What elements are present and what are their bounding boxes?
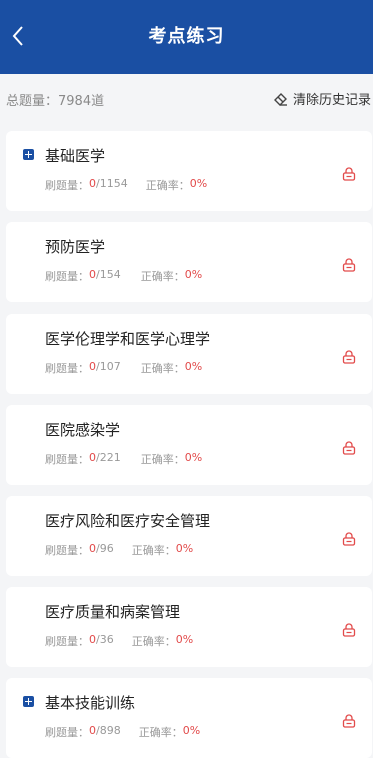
done-label: 刷题量： (45, 726, 89, 739)
lock-icon (342, 350, 356, 364)
lock-icon (342, 258, 356, 272)
topic-stats: 刷题量： 0/898 正确率： 0% (45, 724, 200, 740)
accuracy-value: 0% (175, 633, 194, 646)
topic-name: 医学伦理学和医学心理学 (45, 330, 211, 348)
total-questions: /898 (96, 724, 121, 737)
lock-icon (342, 714, 356, 728)
topic-card[interactable]: 预防医学刷题量： 0/154 正确率： 0% (6, 222, 372, 302)
accuracy-label: 正确率： (140, 453, 185, 466)
done-label: 刷题量： (45, 635, 89, 648)
total-questions: /107 (96, 360, 121, 373)
summary-bar: 总题量：7984道 清除历史记录 (0, 84, 373, 114)
total-questions: /36 (96, 633, 114, 646)
done-label: 刷题量： (45, 270, 89, 283)
done-count: 0 (89, 360, 96, 373)
topic-card[interactable]: 基本技能训练刷题量： 0/898 正确率： 0% (6, 678, 372, 758)
topic-stats: 刷题量： 0/36 正确率： 0% (45, 633, 193, 649)
topic-stats: 刷题量： 0/154 正确率： 0% (45, 268, 202, 284)
topic-stats: 刷题量： 0/107 正确率： 0% (45, 360, 202, 376)
topic-stats: 刷题量： 0/96 正确率： 0% (45, 542, 193, 558)
lock-icon (342, 441, 356, 455)
eraser-icon (273, 92, 287, 106)
topic-name: 医院感染学 (45, 421, 121, 439)
topic-card[interactable]: 医院感染学刷题量： 0/221 正确率： 0% (6, 405, 372, 485)
accuracy-label: 正确率： (131, 544, 176, 557)
done-count: 0 (89, 633, 96, 646)
clear-history-button[interactable]: 清除历史记录 (273, 89, 371, 108)
accuracy-value: 0% (184, 268, 203, 281)
topic-name: 医疗质量和病案管理 (45, 603, 181, 621)
topic-name: 基本技能训练 (45, 694, 136, 712)
total-questions: /1154 (96, 177, 128, 190)
total-value: 7984道 (58, 94, 105, 109)
accuracy-value: 0% (189, 177, 208, 190)
accuracy-value: 0% (184, 451, 203, 464)
done-count: 0 (89, 268, 96, 281)
clear-history-label: 清除历史记录 (292, 93, 371, 108)
topic-card[interactable]: 基础医学刷题量： 0/1154 正确率： 0% (6, 131, 372, 211)
topic-card[interactable]: 医疗风险和医疗安全管理刷题量： 0/96 正确率： 0% (6, 496, 372, 576)
topic-card[interactable]: 医学伦理学和医学心理学刷题量： 0/107 正确率： 0% (6, 314, 372, 394)
accuracy-value: 0% (182, 724, 201, 737)
accuracy-label: 正确率： (140, 362, 185, 375)
accuracy-value: 0% (175, 542, 194, 555)
total-count: 总题量：7984道 (6, 90, 104, 109)
done-label: 刷题量： (45, 179, 89, 192)
header-bar: 考点练习 (0, 0, 373, 74)
lock-icon (342, 623, 356, 637)
topic-stats: 刷题量： 0/1154 正确率： 0% (45, 177, 207, 193)
done-count: 0 (89, 177, 96, 190)
lock-icon (342, 167, 356, 181)
total-label: 总题量： (6, 94, 59, 109)
done-count: 0 (89, 542, 96, 555)
accuracy-label: 正确率： (145, 179, 190, 192)
done-label: 刷题量： (45, 362, 89, 375)
total-questions: /154 (96, 268, 121, 281)
topic-stats: 刷题量： 0/221 正确率： 0% (45, 451, 202, 467)
topic-name: 医疗风险和医疗安全管理 (45, 512, 211, 530)
lock-icon (342, 532, 356, 546)
page-title: 考点练习 (148, 26, 225, 47)
accuracy-label: 正确率： (131, 635, 176, 648)
accuracy-label: 正确率： (140, 270, 185, 283)
expand-icon[interactable] (23, 149, 34, 160)
done-label: 刷题量： (45, 453, 89, 466)
done-label: 刷题量： (45, 544, 89, 557)
total-questions: /96 (96, 542, 114, 555)
done-count: 0 (89, 451, 96, 464)
done-count: 0 (89, 724, 96, 737)
total-questions: /221 (96, 451, 121, 464)
topic-card[interactable]: 医疗质量和病案管理刷题量： 0/36 正确率： 0% (6, 587, 372, 667)
accuracy-label: 正确率： (138, 726, 183, 739)
topic-name: 基础医学 (45, 147, 106, 165)
accuracy-value: 0% (184, 360, 203, 373)
topic-name: 预防医学 (45, 238, 106, 256)
expand-icon[interactable] (23, 696, 34, 707)
